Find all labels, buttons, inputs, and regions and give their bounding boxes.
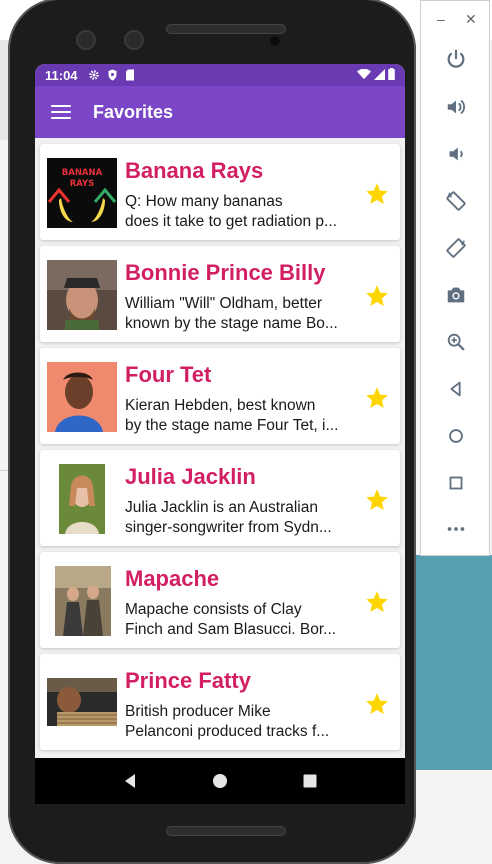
- rotate-right-icon[interactable]: [441, 233, 471, 263]
- back-icon[interactable]: [441, 374, 471, 404]
- rotate-left-icon[interactable]: [441, 186, 471, 216]
- star-icon[interactable]: [364, 691, 390, 717]
- star-icon[interactable]: [364, 589, 390, 615]
- recents-icon[interactable]: [301, 772, 319, 790]
- description-line: by the stage name Four Tet, i...: [125, 417, 339, 434]
- phone-screen: 11:04 Favorites BANANA RAYS Banana Rays …: [35, 64, 405, 804]
- overview-icon[interactable]: [441, 468, 471, 498]
- camera-icon[interactable]: [441, 280, 471, 310]
- page-title: Favorites: [93, 101, 174, 122]
- list-item[interactable]: Prince Fatty British producer Mike Pelan…: [40, 654, 400, 750]
- star-icon[interactable]: [364, 487, 390, 513]
- artist-name: Banana Rays: [125, 158, 264, 183]
- settings-gear-icon: [88, 69, 100, 81]
- desktop-teal-region: [412, 555, 492, 770]
- artist-name: Four Tet: [125, 362, 212, 387]
- description-line: Julia Jacklin is an Australian: [125, 499, 318, 516]
- artist-thumbnail[interactable]: BANANA RAYS: [47, 158, 117, 228]
- status-bar: 11:04: [35, 64, 405, 86]
- proximity-sensor-icon: [270, 36, 280, 46]
- emulator-toolbar: – ✕: [420, 0, 490, 556]
- description-line: Finch and Sam Blasucci. Bor...: [125, 621, 337, 638]
- speaker-grille-bottom: [166, 826, 286, 836]
- more-icon[interactable]: [441, 514, 471, 544]
- description-line: singer-songwriter from Sydn...: [125, 519, 332, 536]
- svg-text:BANANA: BANANA: [62, 168, 103, 178]
- artist-name: Prince Fatty: [125, 668, 251, 693]
- navigation-bar: [35, 758, 405, 804]
- shield-icon: [107, 69, 118, 81]
- description-line: British producer Mike: [125, 703, 271, 720]
- artist-name: Bonnie Prince Billy: [125, 260, 326, 285]
- artist-description: Julia Jacklin is an Australian singer-so…: [125, 498, 358, 538]
- battery-icon: [388, 67, 395, 83]
- volume-up-icon[interactable]: [441, 92, 471, 122]
- artist-description: Mapache consists of Clay Finch and Sam B…: [125, 600, 358, 640]
- list-item[interactable]: Four Tet Kieran Hebden, best known by th…: [40, 348, 400, 444]
- description-line: Kieran Hebden, best known: [125, 397, 316, 414]
- artist-thumbnail[interactable]: [47, 668, 117, 738]
- description-line: does it take to get radiation p...: [125, 213, 337, 230]
- artist-thumbnail[interactable]: [47, 464, 117, 534]
- artist-thumbnail[interactable]: [47, 362, 117, 432]
- description-line: William "Will" Oldham, better: [125, 295, 323, 312]
- artist-thumbnail[interactable]: [47, 566, 117, 636]
- phone-frame: 11:04 Favorites BANANA RAYS Banana Rays …: [8, 0, 416, 864]
- zoom-icon[interactable]: [441, 327, 471, 357]
- sd-card-icon: [125, 69, 135, 81]
- artist-name: Mapache: [125, 566, 220, 591]
- list-item[interactable]: Bonnie Prince Billy William "Will" Oldha…: [40, 246, 400, 342]
- artist-description: Q: How many bananas does it take to get …: [125, 192, 358, 232]
- front-camera-icon: [76, 30, 96, 50]
- description-line: known by the stage name Bo...: [125, 315, 338, 332]
- star-icon[interactable]: [364, 385, 390, 411]
- list-item[interactable]: Mapache Mapache consists of Clay Finch a…: [40, 552, 400, 648]
- minimize-icon[interactable]: –: [437, 11, 445, 27]
- home-icon[interactable]: [211, 772, 229, 790]
- artist-thumbnail[interactable]: [47, 260, 117, 330]
- description-line: Q: How many bananas: [125, 193, 283, 210]
- signal-icon: [374, 68, 385, 83]
- star-icon[interactable]: [364, 283, 390, 309]
- power-icon[interactable]: [441, 44, 471, 74]
- artist-description: William "Will" Oldham, better known by t…: [125, 294, 358, 334]
- list-item[interactable]: Julia Jacklin Julia Jacklin is an Austra…: [40, 450, 400, 546]
- list-item[interactable]: BANANA RAYS Banana Rays Q: How many bana…: [40, 144, 400, 240]
- home-icon[interactable]: [441, 421, 471, 451]
- hamburger-menu-icon[interactable]: [51, 105, 71, 119]
- app-bar: Favorites: [35, 86, 405, 138]
- star-icon[interactable]: [364, 181, 390, 207]
- svg-text:RAYS: RAYS: [70, 179, 95, 189]
- close-icon[interactable]: ✕: [465, 11, 477, 28]
- back-icon[interactable]: [121, 772, 139, 790]
- description-line: Pelanconi produced tracks f...: [125, 723, 330, 740]
- status-time: 11:04: [45, 67, 78, 83]
- speaker-grille-top: [166, 24, 286, 34]
- front-sensor-icon: [124, 30, 144, 50]
- wifi-icon: [357, 68, 371, 83]
- artist-description: British producer Mike Pelanconi produced…: [125, 702, 358, 742]
- volume-down-icon[interactable]: [441, 139, 471, 169]
- artist-name: Julia Jacklin: [125, 464, 256, 489]
- description-line: Mapache consists of Clay: [125, 601, 302, 618]
- artist-description: Kieran Hebden, best known by the stage n…: [125, 396, 358, 436]
